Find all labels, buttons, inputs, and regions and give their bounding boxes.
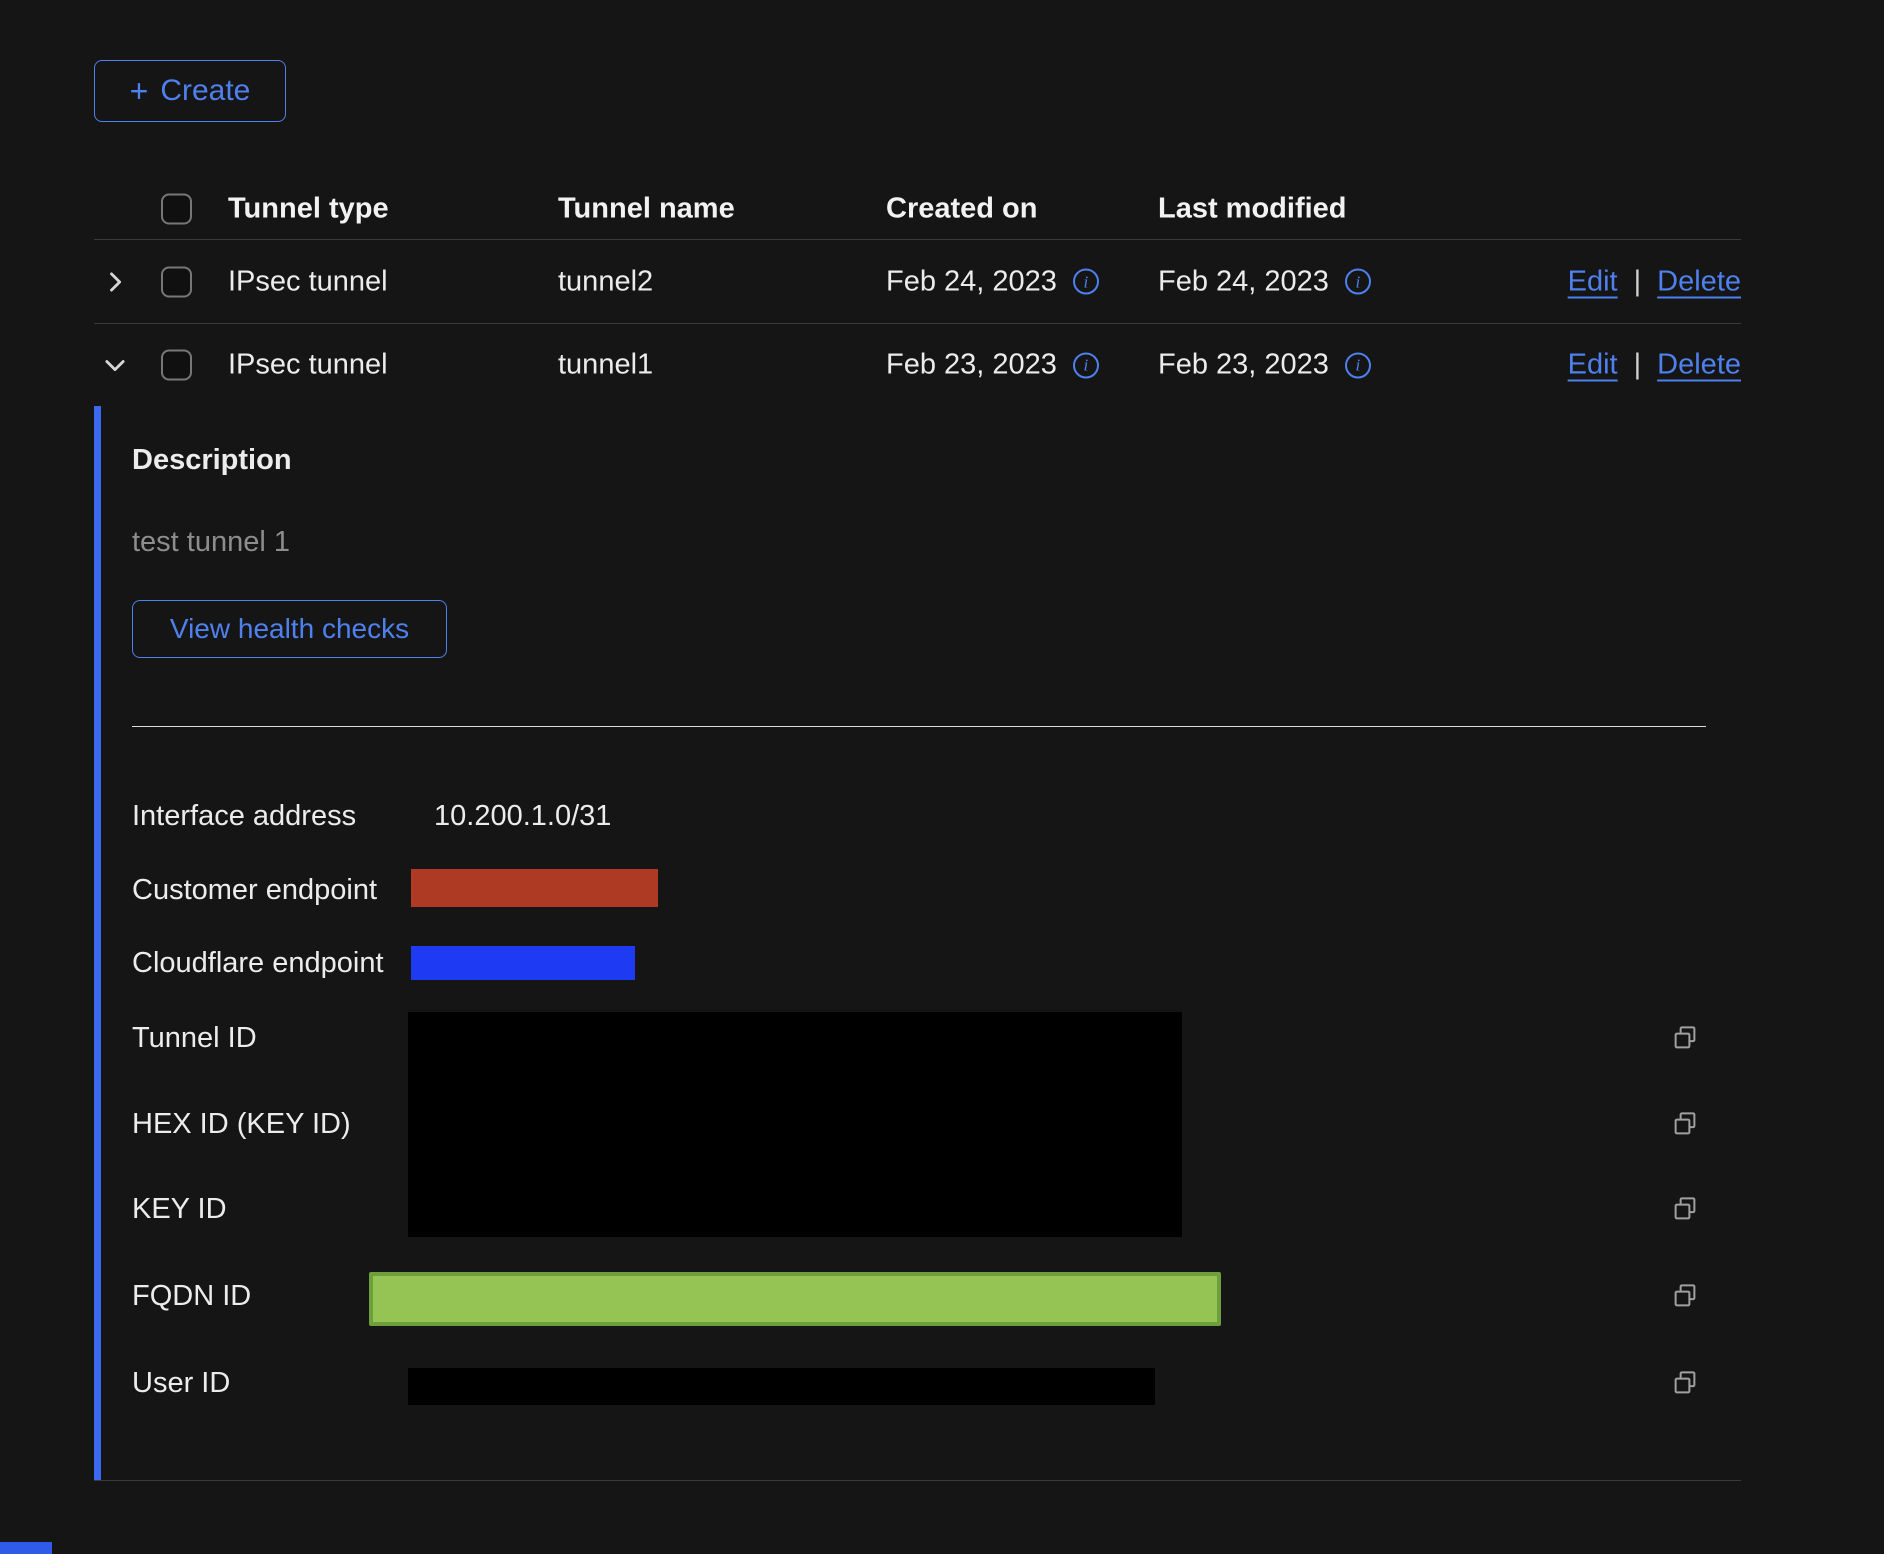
info-icon[interactable]: i <box>1345 352 1371 378</box>
key-id-label: KEY ID <box>132 1191 227 1227</box>
info-icon[interactable]: i <box>1345 269 1371 295</box>
edit-link[interactable]: Edit <box>1568 265 1618 298</box>
table-header-row: Tunnel type Tunnel name Created on Last … <box>94 178 1741 240</box>
column-header-last-modified: Last modified <box>1158 192 1347 225</box>
tunnel-id-label: Tunnel ID <box>132 1020 257 1056</box>
row-checkbox[interactable] <box>161 350 192 381</box>
column-header-created-on: Created on <box>886 192 1037 225</box>
created-on-value: Feb 24, 2023 <box>886 265 1057 298</box>
actions-separator: | <box>1634 265 1642 298</box>
last-modified-value: Feb 23, 2023 <box>1158 349 1329 382</box>
view-health-checks-button[interactable]: View health checks <box>132 600 447 658</box>
expanded-row-indicator <box>94 406 101 1480</box>
tunnel-name-cell: tunnel1 <box>558 349 653 382</box>
delete-link[interactable]: Delete <box>1657 349 1741 382</box>
row-checkbox[interactable] <box>161 266 192 297</box>
actions-separator: | <box>1634 349 1642 382</box>
delete-link[interactable]: Delete <box>1657 265 1741 298</box>
ids-redaction <box>408 1012 1182 1237</box>
description-heading: Description <box>132 444 292 477</box>
created-on-cell: Feb 24, 2023 i <box>886 265 1099 298</box>
cloudflare-endpoint-redaction <box>411 946 635 980</box>
copy-fqdn-id-button[interactable] <box>1670 1281 1700 1311</box>
edit-link[interactable]: Edit <box>1568 349 1618 382</box>
info-icon[interactable]: i <box>1073 352 1099 378</box>
created-on-value: Feb 23, 2023 <box>886 349 1057 382</box>
user-id-redaction <box>408 1368 1155 1405</box>
cloudflare-endpoint-label: Cloudflare endpoint <box>132 945 384 981</box>
created-on-cell: Feb 23, 2023 i <box>886 349 1099 382</box>
copy-key-id-button[interactable] <box>1670 1194 1700 1224</box>
copy-tunnel-id-button[interactable] <box>1670 1023 1700 1053</box>
tunnel-type-cell: IPsec tunnel <box>228 265 388 298</box>
interface-address-value: 10.200.1.0/31 <box>434 798 611 834</box>
description-value: test tunnel 1 <box>132 526 290 559</box>
column-header-tunnel-type: Tunnel type <box>228 192 389 225</box>
last-modified-value: Feb 24, 2023 <box>1158 265 1329 298</box>
select-all-checkbox[interactable] <box>161 193 192 224</box>
tunnel-details-panel: Description test tunnel 1 View health ch… <box>94 406 1741 1481</box>
fqdn-id-redaction <box>369 1272 1221 1326</box>
horizontal-scrollbar-thumb[interactable] <box>0 1542 52 1554</box>
fqdn-id-label: FQDN ID <box>132 1278 251 1314</box>
create-button-label: Create <box>160 74 250 108</box>
row-actions: Edit | Delete <box>1568 265 1741 298</box>
chevron-right-icon[interactable] <box>100 267 130 297</box>
chevron-down-icon[interactable] <box>100 350 130 380</box>
section-divider <box>132 726 1706 727</box>
ipsec-tunnels-page: + Create Tunnel type Tunnel name Created… <box>0 0 1884 1554</box>
table-row: IPsec tunnel tunnel2 Feb 24, 2023 i Feb … <box>94 240 1741 324</box>
tunnel-type-cell: IPsec tunnel <box>228 349 388 382</box>
customer-endpoint-label: Customer endpoint <box>132 872 377 908</box>
tunnel-name-cell: tunnel2 <box>558 265 653 298</box>
hex-id-label: HEX ID (KEY ID) <box>132 1106 351 1142</box>
customer-endpoint-redaction <box>411 869 658 907</box>
interface-address-label: Interface address <box>132 798 356 834</box>
copy-hex-id-button[interactable] <box>1670 1109 1700 1139</box>
last-modified-cell: Feb 24, 2023 i <box>1158 265 1371 298</box>
copy-user-id-button[interactable] <box>1670 1368 1700 1398</box>
table-row: IPsec tunnel tunnel1 Feb 23, 2023 i Feb … <box>94 324 1741 406</box>
user-id-label: User ID <box>132 1365 230 1401</box>
last-modified-cell: Feb 23, 2023 i <box>1158 349 1371 382</box>
plus-icon: + <box>130 75 149 107</box>
info-icon[interactable]: i <box>1073 269 1099 295</box>
create-button[interactable]: + Create <box>94 60 286 122</box>
row-actions: Edit | Delete <box>1568 349 1741 382</box>
column-header-tunnel-name: Tunnel name <box>558 192 735 225</box>
